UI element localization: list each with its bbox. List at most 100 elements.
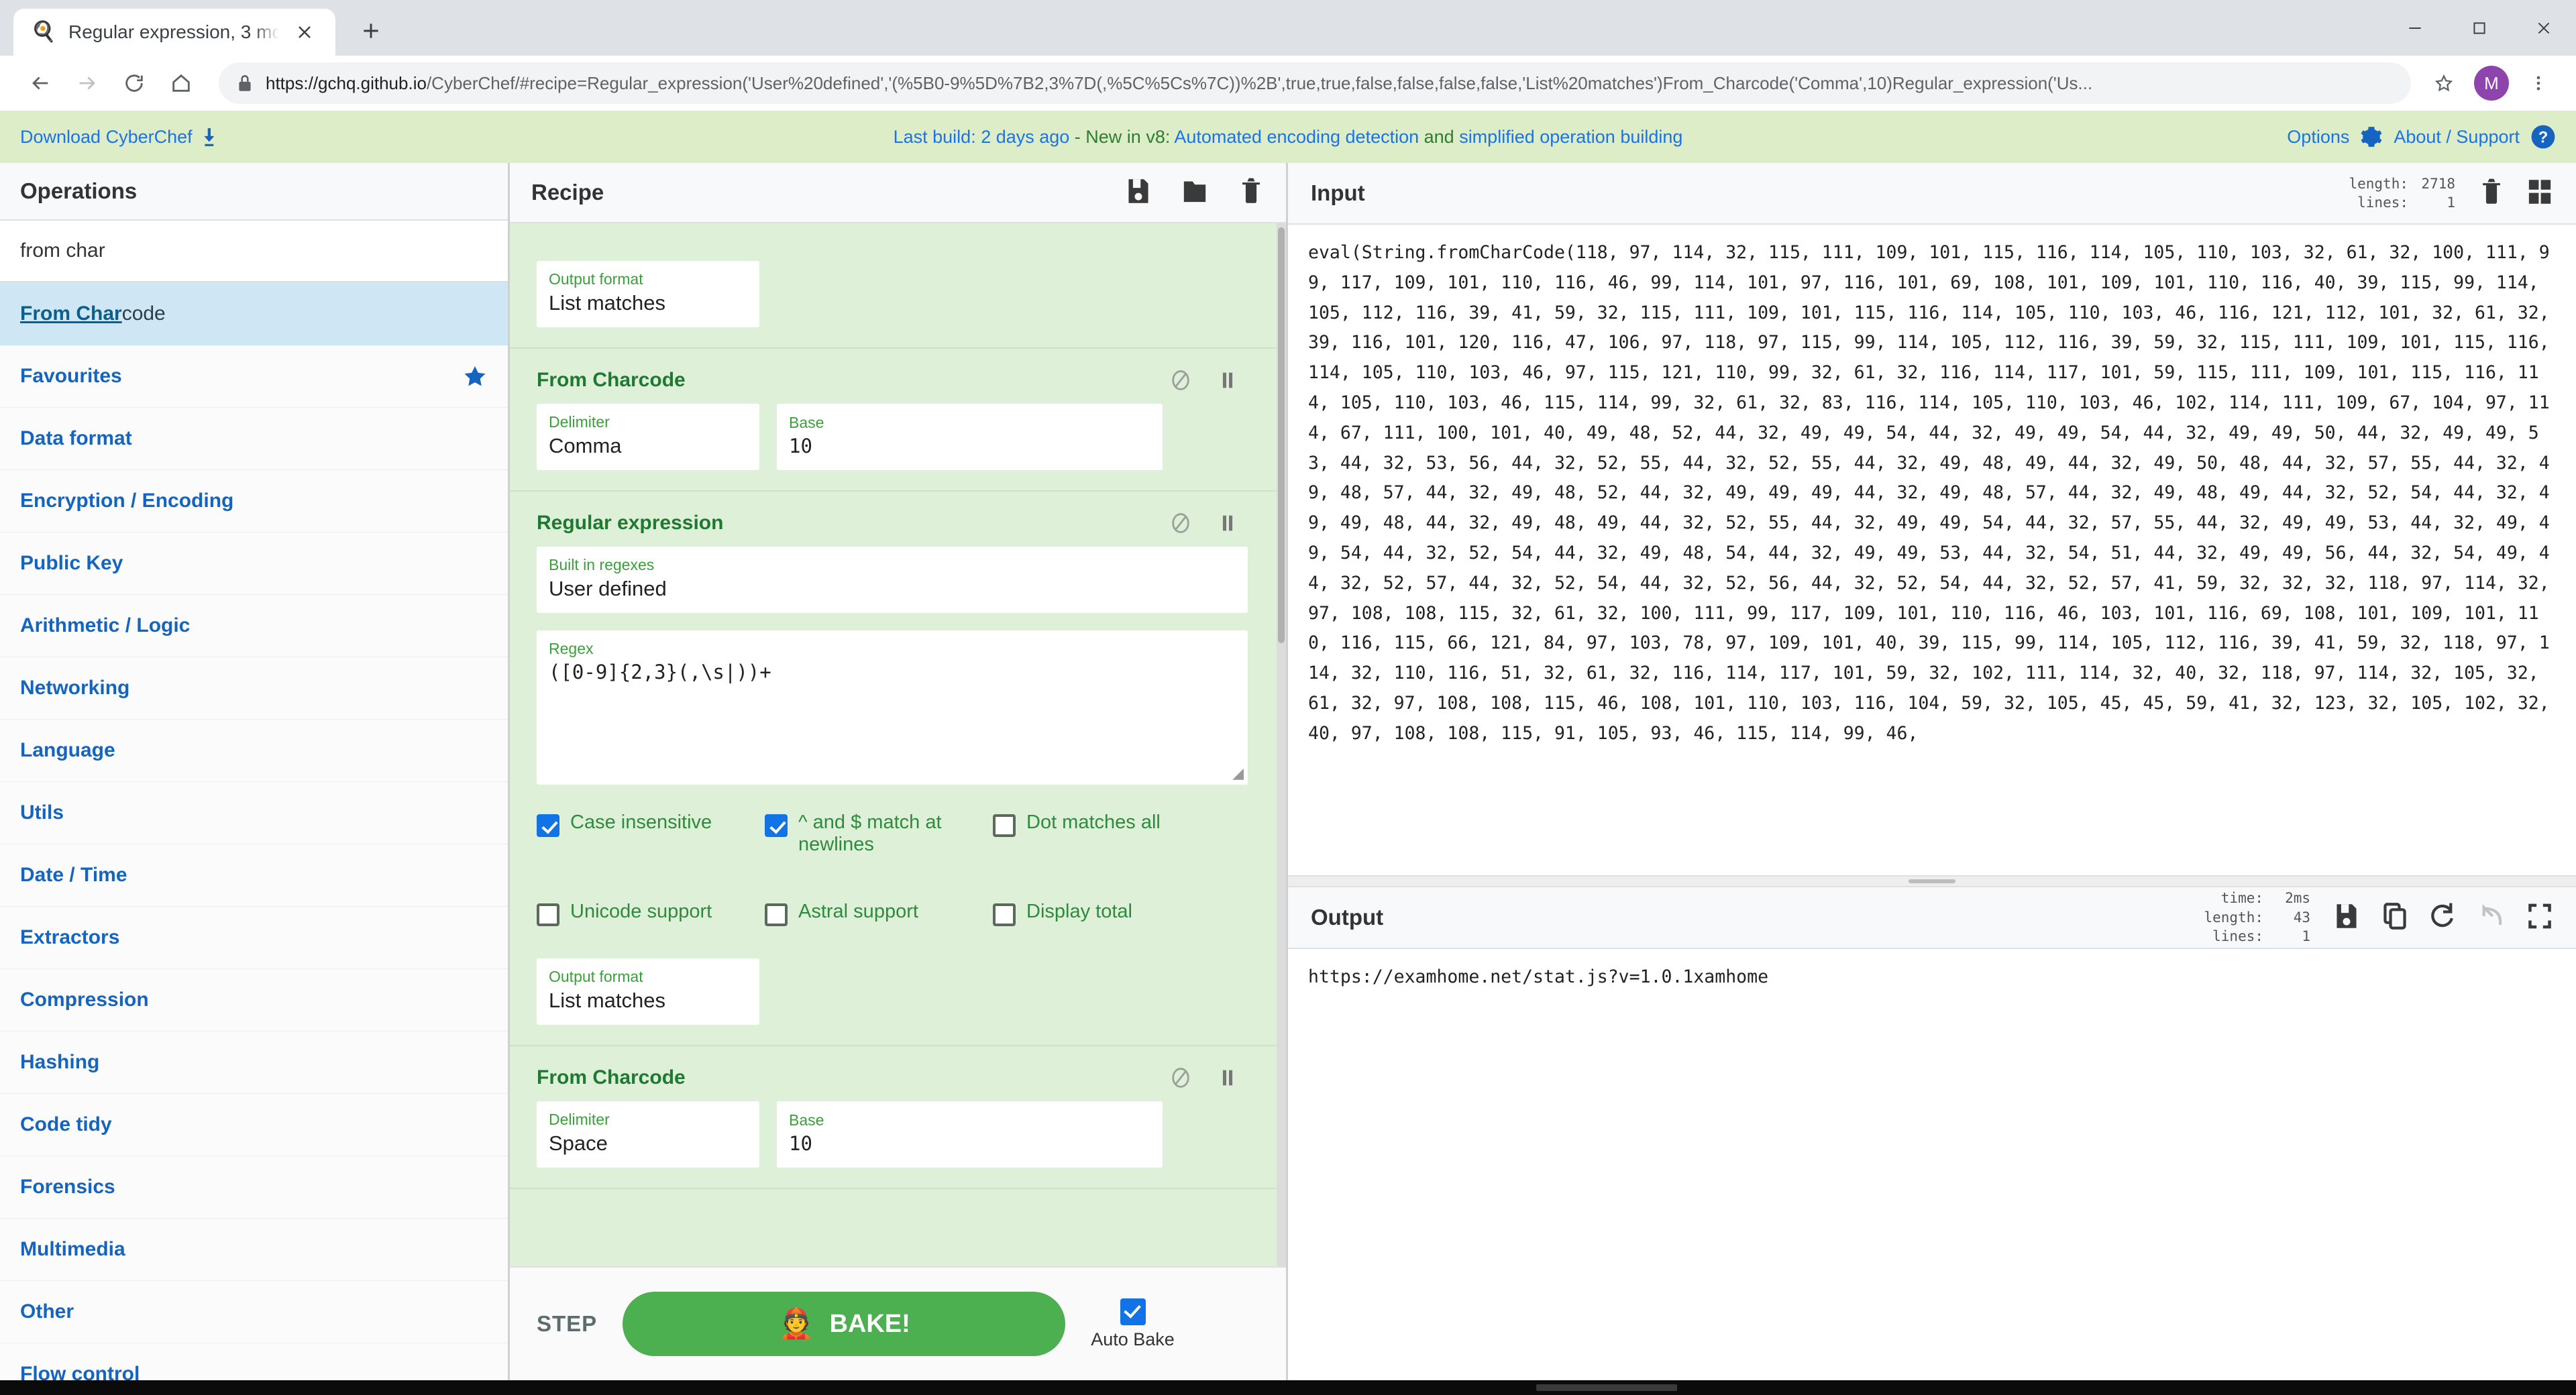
arg-label: Output format bbox=[549, 967, 643, 985]
checkbox-unicode-support[interactable]: Unicode support bbox=[537, 886, 765, 941]
sidebar-item-code-tidy[interactable]: Code tidy bbox=[0, 1094, 508, 1156]
download-cyberchef-label[interactable]: Download CyberChef bbox=[20, 127, 193, 148]
resize-handle-icon[interactable]: ◢ bbox=[1232, 765, 1244, 782]
maximize-output-icon[interactable] bbox=[2526, 902, 2553, 934]
address-bar[interactable]: https://gchq.github.io/CyberChef/#recipe… bbox=[219, 62, 2411, 104]
trash-icon[interactable] bbox=[2478, 178, 2505, 209]
recipe-operation-partial-top[interactable]: Output format List matches bbox=[510, 223, 1286, 349]
checkbox-caret-dollar-newlines[interactable]: ^ and $ match at newlines bbox=[765, 797, 993, 871]
forward-arrow-icon[interactable] bbox=[66, 62, 109, 105]
arg-base[interactable]: Base 10 bbox=[777, 404, 1163, 470]
disable-icon[interactable] bbox=[1169, 512, 1192, 535]
kebab-menu-icon[interactable] bbox=[2520, 64, 2557, 102]
sidebar-item-networking[interactable]: Networking bbox=[0, 657, 508, 720]
disable-icon[interactable] bbox=[1169, 1066, 1192, 1089]
input-textarea[interactable]: eval(String.fromCharCode(118, 97, 114, 3… bbox=[1288, 225, 2576, 875]
new-tab-button[interactable] bbox=[350, 10, 392, 52]
recipe-scrollbar[interactable] bbox=[1277, 223, 1286, 1266]
options-button[interactable]: Options bbox=[2287, 127, 2349, 148]
checkbox-box[interactable] bbox=[993, 814, 1016, 837]
checkbox-box[interactable] bbox=[765, 814, 788, 837]
replace-input-icon[interactable] bbox=[2430, 902, 2457, 934]
gear-icon[interactable] bbox=[2360, 125, 2383, 148]
checkbox-box[interactable] bbox=[537, 814, 559, 837]
about-support-button[interactable]: About / Support bbox=[2394, 127, 2520, 148]
recipe-operation-from-charcode-2[interactable]: From Charcode Delimiter Space Base 10 bbox=[510, 1046, 1286, 1189]
output-pane: Output time: 2ms length: 43 lines: 1 htt… bbox=[1288, 887, 2576, 1380]
minimize-icon[interactable] bbox=[2383, 0, 2447, 56]
checkbox-box[interactable] bbox=[765, 903, 788, 926]
sidebar-item-extractors[interactable]: Extractors bbox=[0, 907, 508, 969]
search-input[interactable] bbox=[20, 239, 488, 262]
operation-search-result-from-charcode[interactable]: From Char code bbox=[0, 282, 508, 345]
sidebar-item-forensics[interactable]: Forensics bbox=[0, 1156, 508, 1219]
auto-bake-toggle[interactable]: Auto Bake bbox=[1091, 1298, 1175, 1350]
sidebar-item-compression[interactable]: Compression bbox=[0, 969, 508, 1031]
arg-regex[interactable]: Regex ([0-9]{2,3}(,\s|))+ ◢ bbox=[537, 630, 1248, 785]
banner-news-link-2[interactable]: simplified operation building bbox=[1459, 127, 1682, 147]
bake-button[interactable]: 👲 BAKE! bbox=[623, 1292, 1066, 1356]
folder-icon[interactable] bbox=[1181, 177, 1208, 209]
sidebar-item-public-key[interactable]: Public Key bbox=[0, 533, 508, 595]
copy-icon[interactable] bbox=[2381, 902, 2408, 934]
window-close-icon[interactable] bbox=[2512, 0, 2576, 56]
checkbox-box[interactable] bbox=[1120, 1298, 1146, 1325]
save-icon[interactable] bbox=[2333, 902, 2360, 934]
checkbox-box[interactable] bbox=[537, 903, 559, 926]
sidebar-item-other[interactable]: Other bbox=[0, 1281, 508, 1343]
trash-icon[interactable] bbox=[1238, 177, 1265, 209]
sidebar-item-flow-control[interactable]: Flow control bbox=[0, 1343, 508, 1380]
disable-icon[interactable] bbox=[1169, 369, 1192, 392]
sidebar-item-date-time[interactable]: Date / Time bbox=[0, 844, 508, 907]
breakpoint-icon[interactable] bbox=[1216, 369, 1239, 392]
splitter-grip[interactable] bbox=[1909, 879, 1955, 883]
arg-output-format[interactable]: Output format List matches bbox=[537, 261, 759, 327]
home-icon[interactable] bbox=[160, 62, 203, 105]
recipe-operation-from-charcode-1[interactable]: From Charcode Delimiter Comma Base 10 bbox=[510, 349, 1286, 492]
avatar[interactable]: M bbox=[2474, 66, 2509, 101]
output-lines-value: 1 bbox=[2302, 928, 2310, 945]
recipe-operation-regular-expression[interactable]: Regular expression Built in regexes User… bbox=[510, 492, 1286, 1046]
download-cyberchef-link[interactable]: Download CyberChef bbox=[20, 127, 218, 148]
breakpoint-icon[interactable] bbox=[1216, 512, 1239, 535]
close-icon[interactable] bbox=[291, 19, 318, 46]
step-button[interactable]: STEP bbox=[537, 1311, 597, 1337]
sidebar-item-encryption-encoding[interactable]: Encryption / Encoding bbox=[0, 470, 508, 533]
category-label: Arithmetic / Logic bbox=[20, 614, 191, 636]
checkbox-dot-matches-all[interactable]: Dot matches all bbox=[993, 797, 1221, 871]
arg-built-in-regexes[interactable]: Built in regexes User defined bbox=[537, 547, 1248, 613]
banner-news-link-1[interactable]: Automated encoding detection bbox=[1174, 127, 1419, 147]
sidebar-item-hashing[interactable]: Hashing bbox=[0, 1031, 508, 1094]
checkbox-astral-support[interactable]: Astral support bbox=[765, 886, 993, 941]
recipe-scrollbar-thumb[interactable] bbox=[1278, 227, 1285, 643]
undo-icon[interactable] bbox=[2478, 902, 2505, 934]
arg-base[interactable]: Base 10 bbox=[777, 1101, 1163, 1168]
sidebar-item-utils[interactable]: Utils bbox=[0, 782, 508, 844]
save-icon[interactable] bbox=[1125, 177, 1152, 209]
sidebar-item-data-format[interactable]: Data format bbox=[0, 408, 508, 470]
checkbox-box[interactable] bbox=[993, 903, 1016, 926]
breakpoint-icon[interactable] bbox=[1216, 1066, 1239, 1089]
sidebar-item-multimedia[interactable]: Multimedia bbox=[0, 1219, 508, 1281]
sidebar-item-favourites[interactable]: Favourites bbox=[0, 345, 508, 408]
output-textarea[interactable]: https://examhome.net/stat.js?v=1.0.1xamh… bbox=[1288, 949, 2576, 1380]
download-icon[interactable] bbox=[201, 127, 218, 147]
question-circle-icon[interactable]: ? bbox=[2530, 124, 2556, 150]
browser-tab[interactable]: 🍳 Regular expression, 3 more - Cyb bbox=[13, 9, 335, 56]
arg-delimiter[interactable]: Delimiter Space bbox=[537, 1101, 759, 1168]
sidebar-item-language[interactable]: Language bbox=[0, 720, 508, 782]
open-tabs-icon[interactable] bbox=[2526, 178, 2553, 209]
arg-output-format[interactable]: Output format List matches bbox=[537, 958, 759, 1025]
star-icon[interactable] bbox=[2427, 66, 2461, 100]
reload-icon[interactable] bbox=[113, 62, 156, 105]
regex-flag-checkboxes: Case insensitive ^ and $ match at newlin… bbox=[510, 794, 1286, 941]
sidebar-item-arithmetic-logic[interactable]: Arithmetic / Logic bbox=[0, 595, 508, 657]
operations-panel: Operations From Charcode Favourites Data… bbox=[0, 163, 510, 1380]
io-splitter[interactable] bbox=[1288, 875, 2576, 887]
back-arrow-icon[interactable] bbox=[19, 62, 62, 105]
arg-delimiter[interactable]: Delimiter Comma bbox=[537, 404, 759, 470]
checkbox-case-insensitive[interactable]: Case insensitive bbox=[537, 797, 765, 871]
checkbox-display-total[interactable]: Display total bbox=[993, 886, 1221, 941]
maximize-icon[interactable] bbox=[2447, 0, 2512, 56]
checkbox-row-1: Case insensitive ^ and $ match at newlin… bbox=[537, 797, 1259, 871]
